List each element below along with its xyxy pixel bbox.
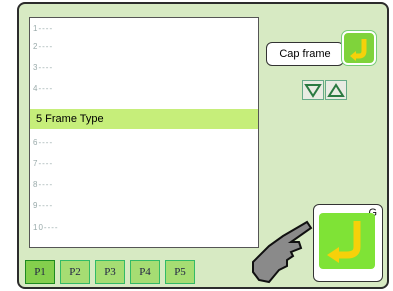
list-item[interactable]: 8----: [33, 180, 53, 194]
tab-p5[interactable]: P5: [165, 260, 195, 284]
scroll-down-button[interactable]: [302, 80, 324, 100]
return-arrow-icon: [350, 39, 367, 61]
device-screen: 1---- 2---- 3---- 4---- 5 Frame Type 6--…: [17, 0, 389, 291]
g-button-face: [319, 213, 375, 269]
list-item[interactable]: 10----: [33, 223, 59, 237]
list-item[interactable]: 9----: [33, 201, 53, 215]
tab-p1[interactable]: P1: [25, 260, 55, 284]
cap-frame-button[interactable]: Cap frame: [266, 42, 344, 66]
list-item[interactable]: 2----: [33, 42, 53, 56]
return-arrow-icon: [327, 221, 361, 263]
hand-pointer-icon: [252, 220, 313, 284]
list-item[interactable]: 6----: [33, 138, 53, 152]
back-button[interactable]: [342, 31, 376, 65]
chevron-up-icon: [327, 83, 345, 97]
list-item-selected[interactable]: 5 Frame Type: [30, 109, 258, 129]
list-item[interactable]: 7----: [33, 159, 53, 173]
list-item[interactable]: 3----: [33, 63, 53, 77]
chevron-down-icon: [304, 84, 322, 98]
tab-p2[interactable]: P2: [60, 260, 90, 284]
list-item[interactable]: 1----: [33, 24, 53, 38]
list-item[interactable]: 4----: [33, 84, 53, 98]
tab-p3[interactable]: P3: [95, 260, 125, 284]
g-return-button[interactable]: G: [313, 204, 383, 282]
tab-p4[interactable]: P4: [130, 260, 160, 284]
frame-type-list: 1---- 2---- 3---- 4---- 5 Frame Type 6--…: [29, 17, 259, 248]
scroll-up-button[interactable]: [325, 80, 347, 100]
